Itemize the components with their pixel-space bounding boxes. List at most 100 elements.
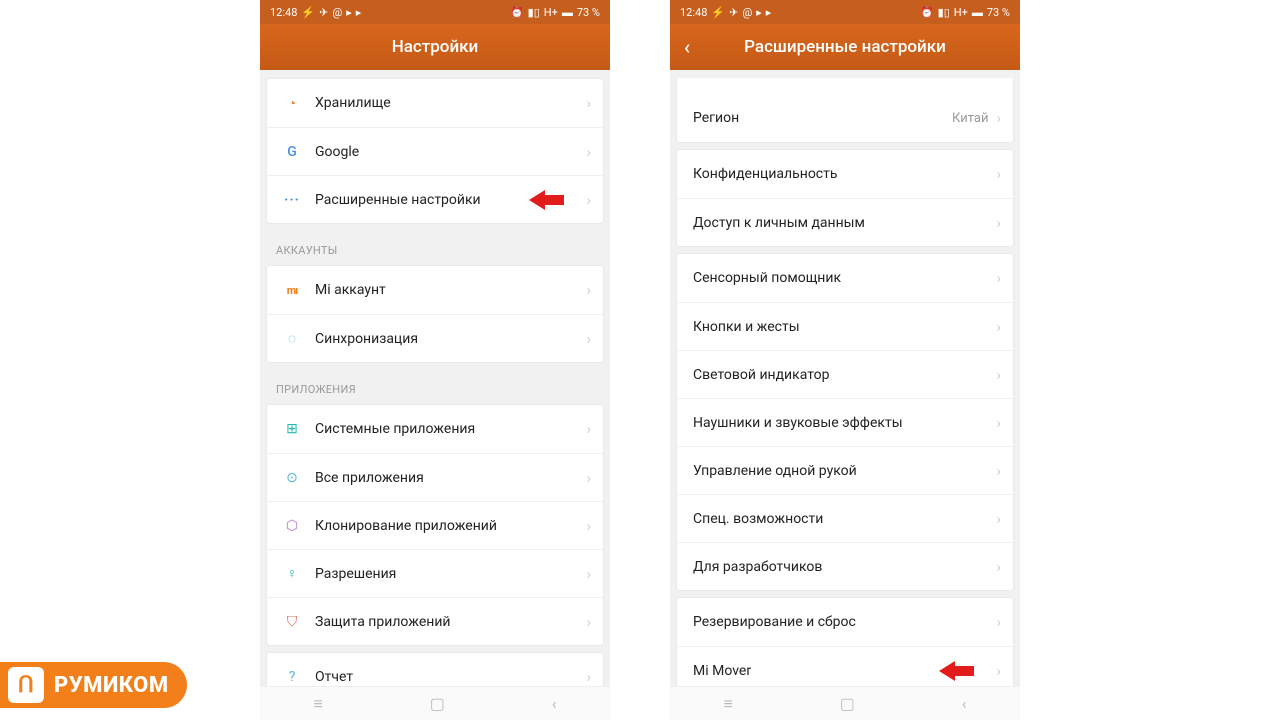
battery-percent: 73 % — [987, 6, 1010, 19]
chevron-right-icon: › — [996, 558, 1001, 576]
shield-icon: ⛉ — [279, 614, 305, 630]
nav-home-icon[interactable]: ▢ — [840, 694, 855, 713]
settings-row[interactable]: Наушники и звуковые эффекты› — [677, 398, 1013, 446]
settings-row[interactable]: ◌Синхронизация› — [267, 314, 603, 362]
signal-icon: ▮▯ — [938, 6, 950, 19]
nav-recent-icon[interactable]: ≡ — [723, 694, 732, 714]
telegram-icon: ✈ — [319, 6, 328, 19]
page-title: Настройки — [392, 37, 479, 57]
status-bar: 12:48 ⚡ ✈ @ ▸ ▸ ⏰ ▮▯ H+ ▬ 73 % — [260, 0, 610, 24]
battery-percent: 73 % — [577, 6, 600, 19]
settings-row[interactable]: Спец. возможности› — [677, 494, 1013, 542]
status-bar: 12:48 ⚡ ✈ @ ▸ ▸ ⏰ ▮▯ H+ ▬ 73 % — [670, 0, 1020, 24]
row-label: Конфиденциальность — [693, 166, 996, 182]
row-label: Управление одной рукой — [693, 463, 996, 479]
nav-back-icon[interactable]: ‹ — [962, 694, 967, 713]
network-type: H+ — [954, 6, 968, 19]
allapps-icon: ⊙ — [279, 470, 305, 486]
settings-row[interactable]: Сенсорный помощник› — [677, 254, 1013, 302]
brand-text: РУМИКОМ — [54, 673, 169, 698]
settings-group-system: ◔Хранилище›GGoogle›···Расширенные настро… — [266, 78, 604, 224]
brand-logo-icon: ᑎ — [8, 667, 44, 703]
settings-row[interactable]: Mi Mover› — [677, 646, 1013, 686]
chevron-right-icon: › — [996, 366, 1001, 384]
row-value: Китай — [952, 111, 988, 126]
settings-row[interactable]: ⊞Системные приложения› — [267, 405, 603, 453]
chevron-right-icon: › — [586, 668, 591, 686]
status-time: 12:48 — [680, 6, 707, 19]
chevron-right-icon: › — [996, 269, 1001, 287]
chevron-right-icon: › — [586, 565, 591, 583]
settings-row[interactable]: GGoogle› — [267, 127, 603, 175]
row-label: Для разработчиков — [693, 559, 996, 575]
settings-row[interactable]: ♀Разрешения› — [267, 549, 603, 597]
row-label: Расширенные настройки — [315, 192, 586, 208]
settings-row[interactable]: ⬡Клонирование приложений› — [267, 501, 603, 549]
chevron-right-icon: › — [996, 318, 1001, 336]
settings-row[interactable]: ⛉Защита приложений› — [267, 597, 603, 645]
settings-row[interactable]: Световой индикатор› — [677, 350, 1013, 398]
storage-icon: ◔ — [279, 95, 305, 112]
battery-icon: ▬ — [562, 6, 573, 19]
row-label: Резервирование и сброс — [693, 614, 996, 630]
section-apps: ПРИЛОЖЕНИЯ — [266, 369, 604, 404]
back-button[interactable]: ‹ — [684, 37, 690, 57]
settings-row[interactable]: mıMi аккаунт› — [267, 266, 603, 314]
header: ‹ Расширенные настройки — [670, 24, 1020, 70]
status-time: 12:48 — [270, 6, 297, 19]
nav-bar: ≡ ▢ ‹ — [670, 686, 1020, 720]
settings-row[interactable]: Управление одной рукой› — [677, 446, 1013, 494]
settings-row[interactable]: ···Расширенные настройки› — [267, 175, 603, 223]
row-label: Регион — [693, 110, 952, 126]
clone-icon: ⬡ — [279, 518, 305, 534]
group-controls: Сенсорный помощник›Кнопки и жесты›Светов… — [676, 253, 1014, 591]
row-label: Все приложения — [315, 470, 586, 486]
play-icon: ▸ — [346, 6, 352, 19]
settings-row[interactable]: Конфиденциальность› — [677, 150, 1013, 198]
chevron-right-icon: › — [996, 510, 1001, 528]
row-label: Наушники и звуковые эффекты — [693, 415, 996, 431]
row-label: Сенсорный помощник — [693, 270, 996, 286]
row-label: Защита приложений — [315, 614, 586, 630]
bolt-icon: ⚡ — [301, 6, 315, 19]
chevron-right-icon: › — [996, 662, 1001, 680]
settings-row[interactable]: Резервирование и сброс› — [677, 598, 1013, 646]
battery-icon: ▬ — [972, 6, 983, 19]
settings-group-apps: ⊞Системные приложения›⊙Все приложения›⬡К… — [266, 404, 604, 646]
chevron-right-icon: › — [996, 109, 1001, 127]
chevron-right-icon: › — [586, 330, 591, 348]
row-label: Хранилище — [315, 95, 586, 111]
settings-row[interactable]: Доступ к личным данным› — [677, 198, 1013, 246]
chevron-right-icon: › — [996, 214, 1001, 232]
phone-settings: 12:48 ⚡ ✈ @ ▸ ▸ ⏰ ▮▯ H+ ▬ 73 % Настройки… — [260, 0, 610, 720]
row-label: Mi аккаунт — [315, 282, 586, 298]
settings-group-accounts: mıMi аккаунт›◌Синхронизация› — [266, 265, 604, 363]
apps-icon: ⊞ — [279, 421, 305, 437]
section-accounts: АККАУНТЫ — [266, 230, 604, 265]
brand-badge: ᑎ РУМИКОМ — [0, 662, 187, 708]
alarm-icon: ⏰ — [510, 6, 524, 19]
chevron-right-icon: › — [996, 462, 1001, 480]
alarm-icon: ⏰ — [920, 6, 934, 19]
settings-row[interactable]: ?Отчет› — [267, 653, 603, 686]
phone-advanced-settings: 12:48 ⚡ ✈ @ ▸ ▸ ⏰ ▮▯ H+ ▬ 73 % ‹ Расшире… — [670, 0, 1020, 720]
row-label: Синхронизация — [315, 331, 586, 347]
more-icon: ··· — [279, 192, 305, 208]
nav-back-icon[interactable]: ‹ — [552, 694, 557, 713]
settings-row[interactable]: ⊙ Все приложения› — [267, 453, 603, 501]
chevron-right-icon: › — [586, 469, 591, 487]
settings-row[interactable]: Кнопки и жесты› — [677, 302, 1013, 350]
network-type: H+ — [544, 6, 558, 19]
settings-row[interactable]: ◔ Хранилище› — [267, 79, 603, 127]
settings-row[interactable]: Для разработчиков› — [677, 542, 1013, 590]
chevron-right-icon: › — [586, 281, 591, 299]
group-backup: Резервирование и сброс›Mi Mover› — [676, 597, 1014, 686]
settings-row[interactable]: РегионКитай › — [677, 94, 1013, 142]
nav-recent-icon[interactable]: ≡ — [313, 694, 322, 714]
bolt-icon: ⚡ — [711, 6, 725, 19]
nav-bar: ≡ ▢ ‹ — [260, 686, 610, 720]
nav-home-icon[interactable]: ▢ — [430, 694, 445, 713]
chevron-right-icon: › — [586, 94, 591, 112]
chevron-right-icon: › — [586, 143, 591, 161]
group-region: РегионКитай › — [676, 78, 1014, 143]
